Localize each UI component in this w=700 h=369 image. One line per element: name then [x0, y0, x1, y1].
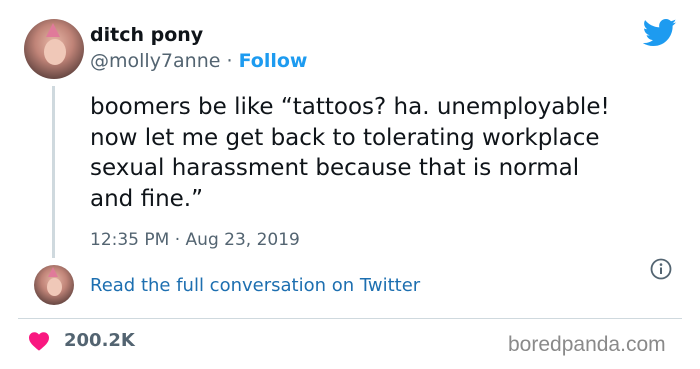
author-handle[interactable]: @molly7anne — [90, 50, 220, 72]
tweet-text: boomers be like “tattoos? ha. unemployab… — [90, 94, 610, 212]
info-icon[interactable] — [650, 258, 672, 280]
author-avatar[interactable] — [24, 19, 84, 79]
tweet-timestamp[interactable]: 12:35 PM · Aug 23, 2019 — [90, 230, 300, 250]
avatar-face — [44, 39, 66, 65]
avatar-face — [47, 278, 62, 296]
tweet-time: 12:35 PM — [90, 230, 170, 250]
read-full-conversation-link[interactable]: Read the full conversation on Twitter — [90, 275, 420, 296]
like-count[interactable]: 200.2K — [64, 330, 135, 351]
follow-button[interactable]: Follow — [239, 50, 308, 72]
timestamp-separator: · — [169, 230, 186, 250]
thread-line — [52, 86, 55, 258]
tweet-date: Aug 23, 2019 — [185, 230, 300, 250]
divider — [18, 318, 682, 319]
author-display-name[interactable]: ditch pony — [90, 24, 203, 46]
author-avatar-small[interactable] — [34, 265, 74, 305]
party-hat — [48, 267, 58, 277]
handle-separator: · — [220, 50, 239, 72]
party-hat — [46, 23, 60, 37]
heart-icon[interactable] — [28, 331, 50, 351]
twitter-bird-icon[interactable] — [643, 18, 677, 48]
author-handle-row: @molly7anne · Follow — [90, 50, 307, 72]
watermark: boredpanda.com — [508, 333, 666, 356]
